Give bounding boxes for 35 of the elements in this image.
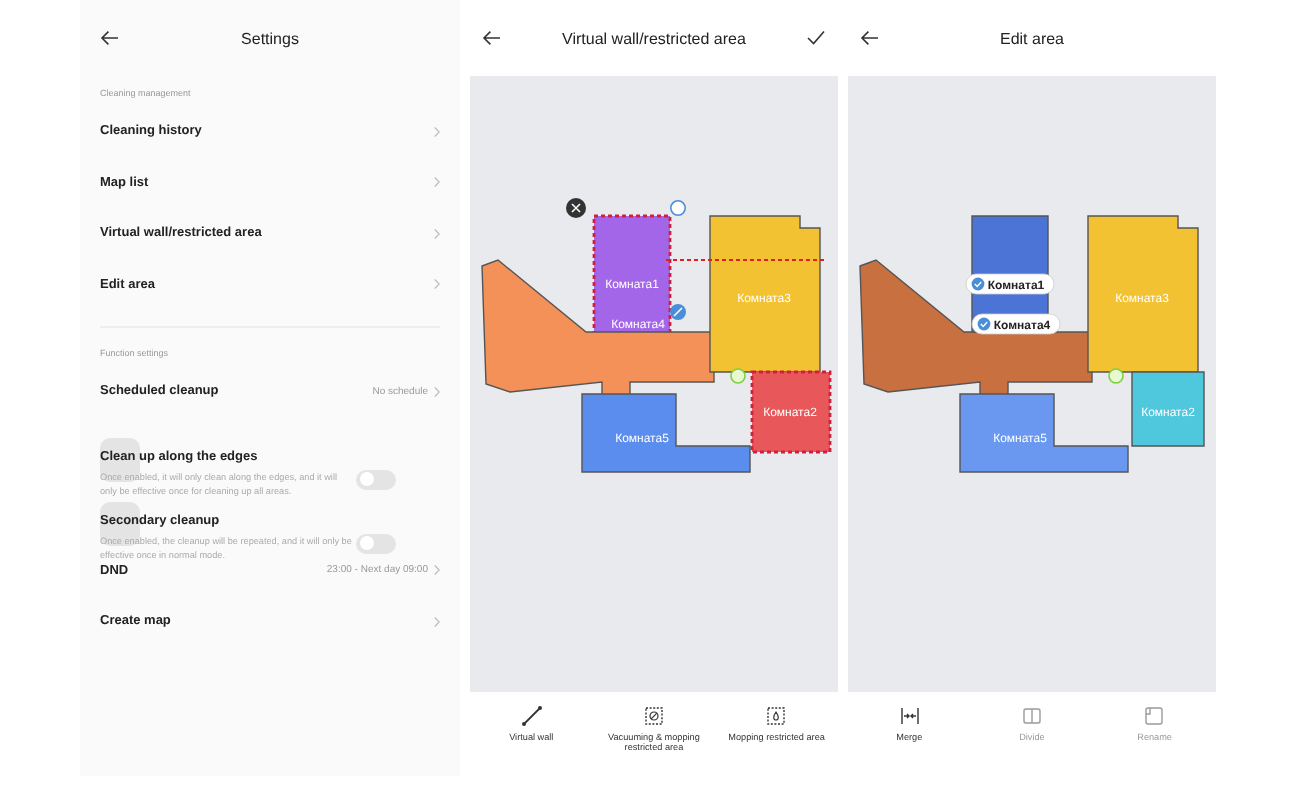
back-icon[interactable] bbox=[482, 30, 502, 46]
merge-icon bbox=[899, 706, 920, 726]
screen-title: Edit area bbox=[997, 29, 1067, 47]
toggle-switch[interactable] bbox=[356, 469, 396, 489]
room-area[interactable] bbox=[709, 215, 821, 373]
back-icon[interactable] bbox=[100, 30, 120, 46]
room-area[interactable] bbox=[481, 259, 715, 397]
room-area[interactable] bbox=[1087, 215, 1199, 373]
close-icon[interactable] bbox=[566, 198, 586, 218]
screen-title: Settings bbox=[239, 29, 301, 47]
prohibited-zone-icon bbox=[643, 706, 664, 726]
dock-icon bbox=[1108, 368, 1124, 384]
resize-icon[interactable] bbox=[670, 304, 686, 320]
chevron-icon bbox=[434, 125, 440, 138]
rename-icon bbox=[1144, 706, 1165, 726]
checkmark-icon[interactable] bbox=[806, 30, 826, 46]
toggle-switch[interactable] bbox=[356, 533, 396, 553]
room-area[interactable] bbox=[750, 370, 832, 454]
chevron-icon bbox=[434, 564, 440, 577]
chevron-icon bbox=[434, 615, 440, 628]
room-area[interactable] bbox=[1131, 371, 1205, 447]
chevron-icon bbox=[434, 227, 440, 240]
split-icon bbox=[1021, 706, 1042, 726]
chevron-icon bbox=[434, 385, 440, 398]
room-area[interactable] bbox=[959, 393, 1129, 473]
line-icon bbox=[521, 706, 542, 726]
dock-icon bbox=[730, 368, 746, 384]
virtual-wall-line[interactable] bbox=[665, 259, 827, 261]
room-area[interactable] bbox=[859, 259, 1093, 397]
chevron-icon bbox=[434, 278, 440, 291]
screen-title: Virtual wall/restricted area bbox=[560, 29, 748, 47]
water-drop-icon bbox=[766, 706, 787, 726]
room-area[interactable] bbox=[581, 393, 751, 473]
chevron-icon bbox=[434, 176, 440, 189]
back-icon[interactable] bbox=[860, 30, 880, 46]
